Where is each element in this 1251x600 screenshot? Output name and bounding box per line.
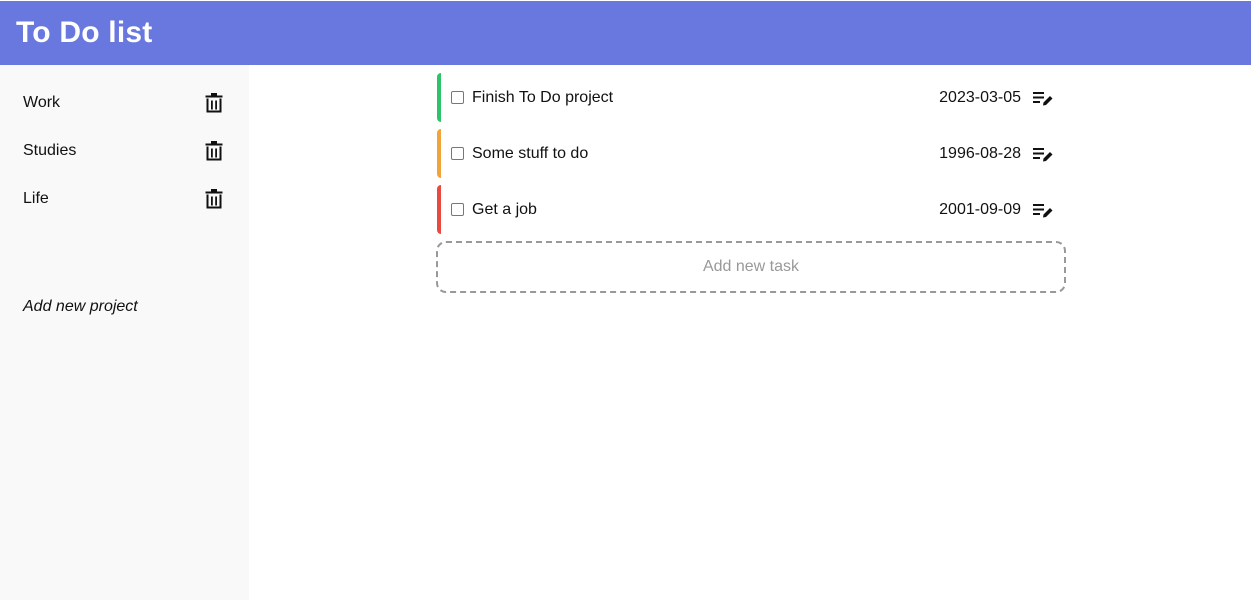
project-label: Work xyxy=(23,94,61,111)
task-checkbox[interactable] xyxy=(451,147,464,160)
task-item[interactable]: Get a job 2001-09-09 xyxy=(437,185,1057,234)
app-title: To Do list xyxy=(16,16,153,49)
task-title: Some stuff to do xyxy=(472,144,589,162)
edit-icon[interactable] xyxy=(1033,90,1053,106)
task-date: 2023-03-05 xyxy=(939,88,1021,106)
trash-icon[interactable] xyxy=(205,141,223,161)
add-project-link[interactable]: Add new project xyxy=(23,298,138,316)
project-label: Studies xyxy=(23,142,77,159)
task-title: Finish To Do project xyxy=(472,88,614,106)
sidebar-item-life[interactable]: Life xyxy=(23,185,223,213)
task-item[interactable]: Some stuff to do 1996-08-28 xyxy=(437,129,1057,178)
sidebar-item-work[interactable]: Work xyxy=(23,89,223,117)
task-checkbox[interactable] xyxy=(451,203,464,216)
app-header: To Do list xyxy=(0,1,1251,65)
trash-icon[interactable] xyxy=(205,93,223,113)
sidebar-item-studies[interactable]: Studies xyxy=(23,137,223,165)
edit-icon[interactable] xyxy=(1033,146,1053,162)
add-task-button[interactable]: Add new task xyxy=(436,241,1066,293)
sidebar: Work Studies Life Add new project xyxy=(0,65,249,600)
project-label: Life xyxy=(23,190,49,207)
edit-icon[interactable] xyxy=(1033,202,1053,218)
task-title: Get a job xyxy=(472,200,537,218)
task-date: 1996-08-28 xyxy=(939,144,1021,162)
task-checkbox[interactable] xyxy=(451,91,464,104)
trash-icon[interactable] xyxy=(205,189,223,209)
task-date: 2001-09-09 xyxy=(939,200,1021,218)
task-item[interactable]: Finish To Do project 2023-03-05 xyxy=(437,73,1057,122)
